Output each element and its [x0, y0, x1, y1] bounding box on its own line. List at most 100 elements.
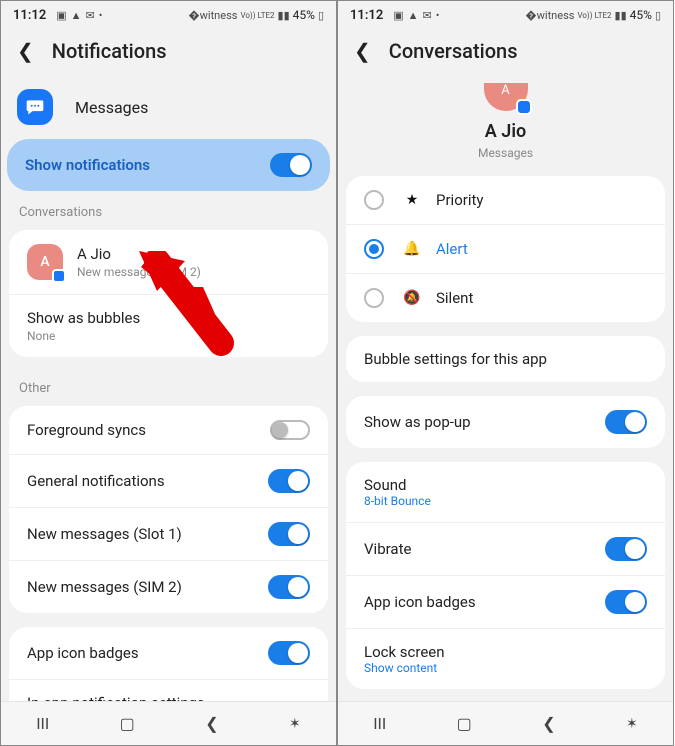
phone-right: 11:12 ▣ ▲ ✉ • �witness Vo)) LTE2 ▮▮ 45% … [337, 0, 674, 746]
app-icon-badges-toggle[interactable] [268, 641, 310, 665]
recents-button[interactable]: III [373, 714, 386, 733]
silent-label: Silent [436, 289, 647, 307]
wifi-icon: �witness [188, 9, 237, 22]
contact-name: A Jio [485, 121, 526, 142]
popup-label: Show as pop-up [364, 413, 605, 431]
show-notifications-toggle[interactable] [270, 153, 312, 177]
battery-icon: ▯ [655, 9, 661, 22]
page-title: Notifications [52, 39, 167, 63]
accessibility-button[interactable]: ✶ [289, 716, 301, 732]
general-notifications-label: General notifications [27, 472, 268, 490]
bubble-settings-row[interactable]: Bubble settings for this app [346, 336, 665, 382]
notif-icon: ▣ [56, 9, 66, 22]
more-icon: • [436, 9, 440, 22]
vibrate-row[interactable]: Vibrate [346, 522, 665, 575]
star-icon: ★ [402, 192, 422, 208]
more-settings-card: Sound 8-bit Bounce Vibrate App icon badg… [346, 462, 665, 689]
general-notifications-toggle[interactable] [268, 469, 310, 493]
clock: 11:12 [13, 8, 46, 23]
slot1-label: New messages (Slot 1) [27, 525, 268, 543]
page-title: Conversations [389, 39, 518, 63]
notif-icon: ▲ [408, 9, 419, 22]
net-label: Vo)) LTE2 [240, 11, 274, 20]
battery-icon: ▯ [318, 9, 324, 22]
back-icon[interactable]: ❮ [17, 39, 34, 63]
lock-row[interactable]: Lock screen Show content [346, 628, 665, 689]
show-bubbles-row[interactable]: Show as bubbles None [9, 294, 328, 357]
home-button[interactable]: ▢ [457, 714, 472, 733]
other-card: Foreground syncs General notifications N… [9, 406, 328, 613]
alert-option[interactable]: 🔔 Alert [346, 224, 665, 273]
notif-icon: ✉ [423, 9, 432, 22]
signal-icon: ▮▮ [278, 9, 290, 22]
bell-off-icon: 🔕 [402, 290, 422, 306]
lock-value: Show content [364, 661, 647, 675]
back-button[interactable]: ❮ [205, 714, 218, 733]
app-name: Messages [75, 98, 148, 117]
nav-bar: III ▢ ❮ ✶ [338, 701, 673, 745]
battery-text: 45% [293, 8, 315, 22]
app-icon-badges-label: App icon badges [27, 644, 268, 662]
badges-label: App icon badges [364, 593, 605, 611]
avatar: A [27, 244, 63, 280]
messages-app-icon [17, 89, 53, 125]
home-button[interactable]: ▢ [120, 714, 135, 733]
badges-row[interactable]: App icon badges [346, 575, 665, 628]
battery-text: 45% [630, 8, 652, 22]
notif-icon: ▲ [71, 9, 82, 22]
show-bubbles-sub: None [27, 329, 310, 343]
foreground-syncs-label: Foreground syncs [27, 421, 270, 439]
lock-label: Lock screen [364, 643, 647, 661]
notif-icon: ▣ [393, 9, 403, 22]
vibrate-toggle[interactable] [605, 537, 647, 561]
badges-toggle[interactable] [605, 590, 647, 614]
alert-options-card: ★ Priority 🔔 Alert 🔕 Silent [346, 176, 665, 322]
conversations-card: A A Jio New messages (SIM 2) Show as bub… [9, 230, 328, 357]
foreground-syncs-toggle[interactable] [270, 420, 310, 440]
status-bar: 11:12 ▣ ▲ ✉ • �witness Vo)) LTE2 ▮▮ 45% … [338, 1, 673, 29]
priority-option[interactable]: ★ Priority [346, 176, 665, 224]
recents-button[interactable]: III [36, 714, 49, 733]
sound-row[interactable]: Sound 8-bit Bounce [346, 462, 665, 522]
signal-icon: ▮▮ [615, 9, 627, 22]
popup-toggle[interactable] [605, 410, 647, 434]
sound-value: 8-bit Bounce [364, 494, 647, 508]
status-bar: 11:12 ▣ ▲ ✉ • �witness Vo)) LTE2 ▮▮ 45% … [1, 1, 336, 29]
show-bubbles-label: Show as bubbles [27, 309, 310, 327]
back-button[interactable]: ❮ [542, 714, 555, 733]
slot1-row[interactable]: New messages (Slot 1) [9, 507, 328, 560]
sim2-row[interactable]: New messages (SIM 2) [9, 560, 328, 613]
conversation-sub: New messages (SIM 2) [77, 265, 310, 279]
avatar: A [484, 83, 528, 111]
alert-radio[interactable] [364, 239, 384, 259]
conversation-hero: A A Jio Messages [338, 79, 673, 172]
section-conversations: Conversations [1, 191, 336, 226]
section-other: Other [1, 367, 336, 402]
slot1-toggle[interactable] [268, 522, 310, 546]
general-notifications-row[interactable]: General notifications [9, 454, 328, 507]
app-row[interactable]: Messages [1, 79, 336, 139]
net-label: Vo)) LTE2 [577, 11, 611, 20]
accessibility-button[interactable]: ✶ [626, 716, 638, 732]
bell-icon: 🔔 [402, 241, 422, 257]
nav-bar: III ▢ ❮ ✶ [1, 701, 336, 745]
popup-row[interactable]: Show as pop-up [346, 396, 665, 448]
show-notifications-label: Show notifications [25, 156, 270, 174]
priority-radio[interactable] [364, 190, 384, 210]
sound-label: Sound [364, 476, 647, 494]
contact-sub: Messages [478, 146, 533, 160]
silent-option[interactable]: 🔕 Silent [346, 273, 665, 322]
conversation-row[interactable]: A A Jio New messages (SIM 2) [9, 230, 328, 294]
silent-radio[interactable] [364, 288, 384, 308]
avatar-badge-icon [516, 99, 532, 115]
sim2-toggle[interactable] [268, 575, 310, 599]
bubble-settings-card: Bubble settings for this app [346, 336, 665, 382]
wifi-icon: �witness [525, 9, 574, 22]
show-notifications-row[interactable]: Show notifications [7, 139, 330, 191]
notif-icon: ✉ [86, 9, 95, 22]
app-icon-badges-row[interactable]: App icon badges [9, 627, 328, 679]
bubble-settings-label: Bubble settings for this app [364, 350, 647, 368]
back-icon[interactable]: ❮ [354, 39, 371, 63]
vibrate-label: Vibrate [364, 540, 605, 558]
foreground-syncs-row[interactable]: Foreground syncs [9, 406, 328, 454]
